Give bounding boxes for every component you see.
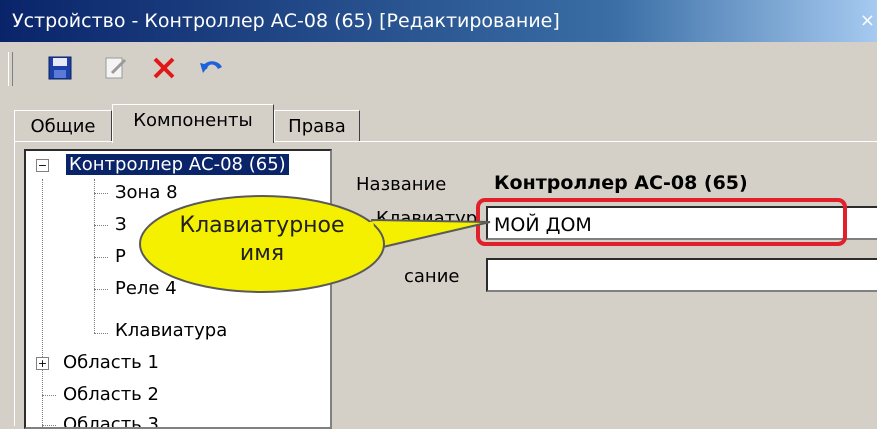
keyboard-name-label: Клавиатур — [376, 208, 478, 229]
tree-line — [42, 179, 43, 427]
tree-line — [94, 333, 108, 334]
tree-node-label: Р — [115, 246, 126, 267]
callout-text: Клавиатурное имя — [142, 212, 382, 268]
save-button[interactable] — [44, 52, 76, 84]
tab-general[interactable]: Общие — [14, 110, 112, 143]
tree-line — [42, 395, 56, 396]
tree-node-label: Контроллер АС-08 (65) — [65, 153, 290, 176]
tree-node-label: Область 3 — [63, 414, 159, 429]
tree-node-child[interactable]: З — [112, 213, 130, 237]
edit-button[interactable] — [100, 52, 132, 84]
toolbar-grip[interactable] — [8, 52, 13, 86]
delete-icon — [153, 57, 175, 79]
tab-components[interactable]: Компоненты — [112, 104, 274, 143]
tree-node-label: Клавиатура — [115, 320, 228, 341]
tree-node-area[interactable]: Область 2 — [60, 383, 162, 407]
tree-node-child[interactable]: Р — [112, 245, 129, 269]
tree-node-label: З — [115, 214, 127, 235]
toolbar — [0, 42, 877, 94]
tree-line — [94, 257, 108, 258]
tree-node-label: Область 1 — [63, 352, 159, 373]
tree-node-zone[interactable]: Зона 8 — [112, 181, 181, 205]
tree-line — [94, 179, 95, 333]
undo-button[interactable] — [196, 52, 228, 84]
delete-button[interactable] — [148, 52, 180, 84]
undo-icon — [200, 61, 222, 73]
tree-node-relay[interactable]: Реле 4 — [112, 277, 180, 301]
tree-node-label: Реле 4 — [115, 278, 177, 299]
keyboard-name-highlight — [476, 198, 847, 246]
tree-node-area[interactable]: Область 3 — [60, 413, 162, 429]
description-label: сание — [404, 266, 460, 287]
component-tree[interactable]: − Контроллер АС-08 (65) Зона 8 З Р Реле … — [24, 149, 332, 429]
tree-line — [94, 289, 108, 290]
tree-node-keyboard[interactable]: Клавиатура — [112, 319, 230, 343]
tree-node-label: Зона 8 — [115, 182, 178, 203]
tree-line — [94, 193, 108, 194]
edit-icon — [105, 57, 127, 79]
expand-icon[interactable]: + — [36, 357, 49, 370]
tree-line — [42, 425, 56, 426]
tree-node-controller[interactable]: Контроллер АС-08 (65) — [65, 153, 290, 177]
callout-line-2: имя — [239, 241, 285, 266]
tree-node-area[interactable]: Область 1 — [60, 351, 162, 375]
tab-rights[interactable]: Права — [274, 110, 360, 143]
description-field[interactable] — [486, 258, 877, 292]
name-label: Название — [356, 174, 447, 195]
save-icon — [48, 56, 72, 80]
name-value: Контроллер АС-08 (65) — [494, 172, 748, 194]
collapse-icon[interactable]: − — [36, 159, 49, 172]
window-titlebar: Устройство - Контроллер АС-08 (65) [Реда… — [0, 0, 877, 42]
tree-node-label: Область 2 — [63, 384, 159, 405]
window-title: Устройство - Контроллер АС-08 (65) [Реда… — [12, 10, 560, 32]
tree-line — [94, 225, 108, 226]
close-icon[interactable]: × — [860, 0, 875, 42]
callout-line-1: Клавиатурное — [179, 213, 345, 238]
